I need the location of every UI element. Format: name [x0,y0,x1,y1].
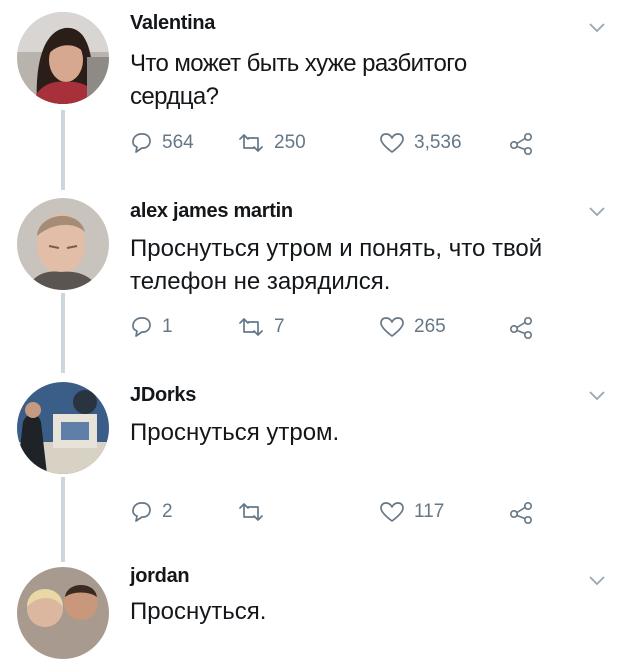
reply-icon [132,502,151,522]
avatar-photo [17,198,109,290]
share-button[interactable] [508,312,536,342]
thread-line [61,293,65,373]
like-count: 3,536 [414,132,462,153]
heart-icon [380,317,404,337]
retweet-button[interactable]: 7 [236,312,285,342]
reply-icon [132,133,151,153]
avatar-photo [17,567,109,659]
share-button[interactable] [508,128,536,158]
retweet-button[interactable] [236,497,274,527]
share-button[interactable] [508,497,536,527]
reply-button[interactable]: 1 [128,312,173,342]
like-count: 117 [414,501,445,522]
avatar-photo [17,12,109,104]
retweet-icon [239,318,263,336]
author-name[interactable]: alex james martin [130,200,293,223]
reply-icon [132,317,151,337]
tweet-text: Проснуться. [130,598,267,625]
share-icon [509,132,532,155]
thread-line [61,110,65,190]
reply-button[interactable]: 2 [128,497,173,527]
chevron-down-icon[interactable] [588,575,606,587]
share-icon [509,316,532,339]
heart-icon [380,133,404,153]
reply-count: 564 [162,132,194,153]
author-name[interactable]: jordan [130,565,190,588]
reply-count: 2 [162,501,173,522]
avatar[interactable] [17,382,109,474]
avatar-photo [17,382,109,474]
share-icon [509,501,532,524]
like-button[interactable]: 3,536 [378,128,462,158]
like-count: 265 [414,316,446,337]
avatar[interactable] [17,198,109,290]
like-button[interactable]: 265 [378,312,446,342]
tweet-text: Что может быть хуже разбитого сердца? [130,50,467,110]
chevron-down-icon[interactable] [588,390,606,402]
chevron-down-icon[interactable] [588,22,606,34]
reply-button[interactable]: 564 [128,128,194,158]
thread-line [61,477,65,562]
tweet-text: Проснуться утром и понять, что твой теле… [130,235,543,295]
retweet-icon [239,503,263,521]
retweet-count: 7 [274,316,285,337]
tweet-text: Проснуться утром. [130,419,340,446]
heart-icon [380,502,404,522]
chevron-down-icon[interactable] [588,206,606,218]
author-name[interactable]: Valentina [130,12,215,35]
avatar[interactable] [17,567,109,659]
avatar[interactable] [17,12,109,104]
retweet-count: 250 [274,132,306,153]
retweet-button[interactable]: 250 [236,128,306,158]
like-button[interactable]: 117 [378,497,444,527]
retweet-icon [239,134,263,152]
author-name[interactable]: JDorks [130,384,196,407]
reply-count: 1 [162,316,173,337]
